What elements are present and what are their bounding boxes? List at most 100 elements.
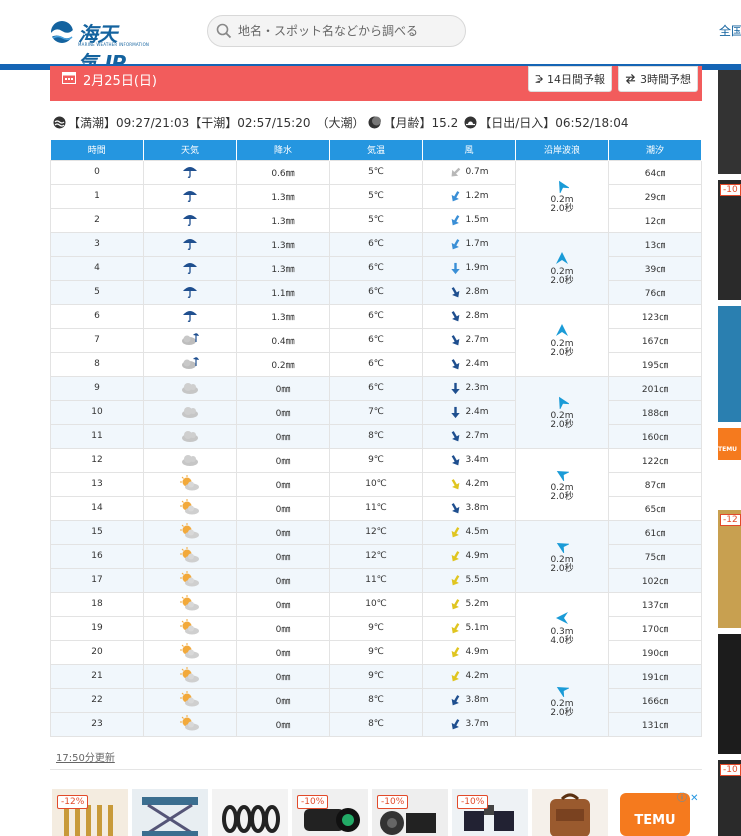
temp-cell: 6℃ — [329, 327, 423, 353]
wave-direction-icon — [556, 542, 569, 553]
wind-arrow-icon — [452, 310, 460, 321]
side-ad-item[interactable]: -10 — [718, 180, 741, 300]
search-input[interactable] — [238, 16, 458, 46]
side-ad-item[interactable] — [718, 70, 741, 174]
tide-cell: 87㎝ — [608, 471, 702, 497]
wave-cell: 0.2m 2.0秒 — [515, 447, 609, 521]
hour-cell: 23 — [50, 711, 144, 737]
wind-arrow-icon — [451, 406, 461, 418]
wind-arrow-icon — [452, 478, 460, 489]
swap-icon — [625, 73, 636, 85]
ad-item-solar-light[interactable]: -10% — [452, 789, 528, 836]
hour-cell: 13 — [50, 471, 144, 497]
ad-item-carabiners[interactable] — [212, 789, 288, 836]
wind-cell: 1.5m — [422, 207, 516, 233]
wave-period: 2.0秒 — [550, 419, 574, 430]
weather-cell — [143, 399, 237, 425]
side-temu-ad[interactable]: TEMU — [718, 428, 741, 460]
wind-value: 2.8m — [423, 310, 515, 323]
wave-cell: 0.2m 2.0秒 — [515, 375, 609, 449]
umbrella-icon — [183, 190, 197, 202]
temp-cell: 11℃ — [329, 567, 423, 593]
precip-cell: 1.3㎜ — [236, 255, 330, 281]
wind-cell: 2.3m — [422, 375, 516, 401]
wind-arrow-icon — [452, 670, 460, 681]
precip-cell: 0㎜ — [236, 543, 330, 569]
side-ad-item[interactable] — [718, 634, 741, 754]
weather-cell — [143, 375, 237, 401]
hour-cell: 20 — [50, 639, 144, 665]
ad-item-camera-rig[interactable]: -10% — [372, 789, 448, 836]
wave-cell: 0.2m 2.0秒 — [515, 159, 609, 233]
ad-close-icon[interactable]: ⓘ ✕ — [677, 789, 699, 804]
wave-direction-icon — [556, 611, 568, 624]
hour-cell: 5 — [50, 279, 144, 305]
updated-time-link[interactable]: 17:50分更新 — [56, 749, 115, 764]
wind-speed: 3.7m — [465, 719, 489, 729]
3hour-forecast-button[interactable]: 3時間予想 — [618, 66, 698, 92]
tide-cell: 170㎝ — [608, 615, 702, 641]
hour-cell: 21 — [50, 663, 144, 689]
tide-wave-icon — [53, 116, 66, 129]
side-ad-column[interactable]: -10 TEMU -12 -10 — [718, 70, 741, 836]
wind-value: 4.5m — [423, 526, 515, 539]
weather-cell — [143, 615, 237, 641]
table-row: 6 1.3㎜ 6℃ 2.8m 0.2m 2.0秒 123㎝ — [50, 303, 702, 377]
wave-cell: 0.3m 4.0秒 — [515, 591, 609, 665]
precip-cell: 0㎜ — [236, 687, 330, 713]
sun-cloud-icon — [180, 690, 199, 706]
wave-direction-icon — [559, 180, 569, 193]
weather-cell — [143, 207, 237, 233]
column-header-wind: 風 — [422, 140, 516, 160]
temp-cell: 9℃ — [329, 663, 423, 689]
weather-cell — [143, 255, 237, 281]
temp-cell: 8℃ — [329, 711, 423, 737]
side-ad-item[interactable] — [718, 306, 741, 422]
ad-item-drill-bits[interactable]: -12% — [52, 789, 128, 836]
14day-forecast-button[interactable]: 14日間予報 — [528, 66, 612, 92]
wind-arrow-icon — [452, 574, 460, 585]
high-tide-label: 【満潮】 — [68, 116, 117, 130]
search-box — [207, 15, 466, 47]
hourly-forecast-table: 時間 天気 降水 気温風沿岸波浪 潮汐 0 0.6㎜ 5℃ 0.7m 0.2m 2.0秒 64㎝ 1 1… — [50, 140, 702, 737]
precip-cell: 1.3㎜ — [236, 207, 330, 233]
precip-cell: 1.3㎜ — [236, 303, 330, 329]
wind-value: 3.7m — [423, 718, 515, 731]
cloud-icon — [182, 430, 198, 442]
wind-speed: 2.3m — [465, 383, 489, 393]
precip-cell: 0㎜ — [236, 471, 330, 497]
wind-cell: 1.2m — [422, 183, 516, 209]
column-header-temp: 気温 — [329, 140, 423, 160]
side-ad-item[interactable]: -10 — [718, 760, 741, 836]
ad-item-monocular[interactable]: -10% — [292, 789, 368, 836]
hour-cell: 4 — [50, 255, 144, 281]
weather-cell — [143, 447, 237, 473]
cloud-icon — [182, 406, 198, 418]
side-ad-item[interactable]: -12 — [718, 510, 741, 628]
hour-cell: 22 — [50, 687, 144, 713]
temp-cell: 8℃ — [329, 687, 423, 713]
precip-cell: 0㎜ — [236, 567, 330, 593]
ad-item-backpack[interactable] — [532, 789, 608, 836]
ad-banner[interactable]: -12% -10% -10% -10% TEMU ⓘ ✕ — [52, 789, 702, 836]
nav-link-nationwide[interactable]: 全国 — [719, 22, 741, 39]
wave-direction-icon — [556, 686, 569, 697]
hour-cell: 8 — [50, 351, 144, 377]
discount-badge: -10% — [457, 795, 489, 809]
wind-cell: 2.7m — [422, 423, 516, 449]
temp-cell: 9℃ — [329, 447, 423, 473]
wind-speed: 2.8m — [465, 287, 489, 297]
site-logo[interactable]: 海天気.JP MARINE WEATHER INFORMATION — [49, 18, 161, 75]
wind-speed: 5.5m — [465, 575, 489, 585]
precip-cell: 0㎜ — [236, 591, 330, 617]
search-icon[interactable] — [216, 23, 232, 39]
column-header-hour: 時間 — [50, 140, 144, 160]
ad-item-lab-jack[interactable] — [132, 789, 208, 836]
wind-value: 4.2m — [423, 670, 515, 683]
hour-cell: 1 — [50, 183, 144, 209]
weather-cell — [143, 279, 237, 305]
sunrise-icon — [464, 116, 477, 129]
precip-cell: 0㎜ — [236, 615, 330, 641]
weather-cell — [143, 231, 237, 257]
sun-cloud-icon — [180, 546, 199, 562]
